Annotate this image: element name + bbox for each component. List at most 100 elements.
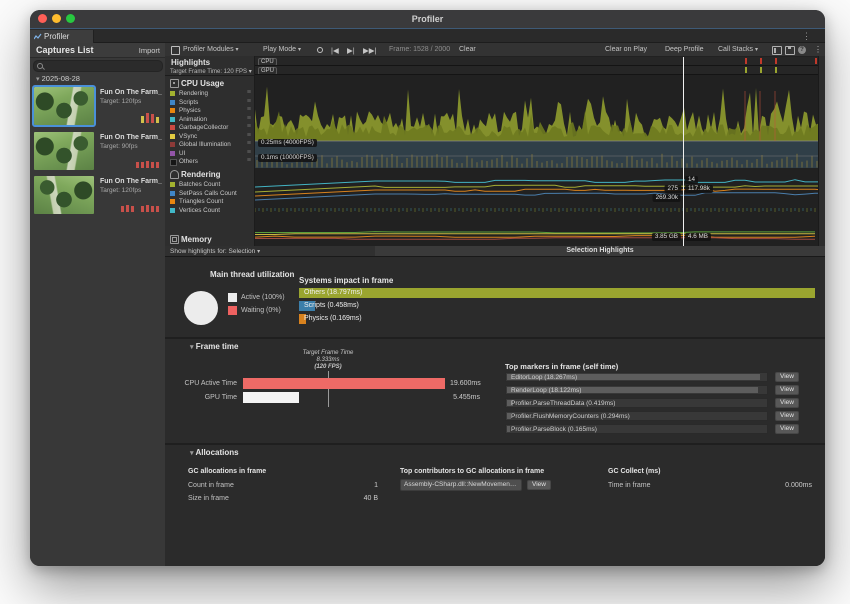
series-color-swatch (170, 208, 175, 213)
profiler-tab-icon (34, 33, 42, 40)
view-button[interactable]: View (775, 385, 799, 395)
gc-collect-title: GC Collect (ms) (608, 468, 661, 475)
profiler-modules-dropdown[interactable]: Profiler Modules ▾ (183, 46, 239, 53)
drag-handle-icon[interactable]: ≡ (247, 132, 251, 139)
frame-time-section-title[interactable]: ▾ Frame time (190, 342, 238, 351)
legend-item-garbagecollector[interactable]: GarbageCollector≡ (169, 124, 253, 132)
systems-impact-title: Systems impact in frame (299, 276, 393, 285)
cpu-usage-module-icon (170, 79, 179, 88)
highlights-module-title: Highlights (171, 58, 210, 67)
legend-item-setpass-calls-count[interactable]: SetPass Calls Count (169, 190, 253, 198)
drag-handle-icon[interactable]: ≡ (247, 89, 251, 96)
systems-bar-physics: Physics (0.169ms) (299, 314, 306, 324)
marker-row-parsethreaddata: Profiler.ParseThreadData (0.419ms) View (505, 398, 795, 408)
show-highlights-dropdown[interactable]: Show highlights for: Selection ▾ (165, 246, 375, 257)
legend-item-vertices-count[interactable]: Vertices Count (169, 207, 253, 215)
gpu-time-value: 5.455ms (450, 394, 480, 401)
chart-scrollbar[interactable] (818, 56, 825, 246)
previous-frame-button[interactable]: |◀ (331, 46, 339, 55)
series-color-swatch (170, 159, 177, 166)
view-button[interactable]: View (527, 480, 551, 490)
legend-item-animation[interactable]: Animation≡ (169, 116, 253, 124)
main-thread-utilization-title: Main thread utilization (210, 270, 294, 279)
size-in-frame-label: Size in frame (188, 495, 229, 502)
search-icon (37, 63, 43, 69)
drag-handle-icon[interactable]: ≡ (247, 149, 251, 156)
target-frame-time-dropdown[interactable]: Target Frame Time: 120 FPS ▾ (170, 68, 252, 75)
window-title: Profiler (30, 10, 825, 28)
collapse-icon: ▾ (190, 450, 194, 457)
rendering-chart[interactable] (255, 168, 825, 230)
cpu-usage-chart[interactable] (255, 75, 825, 168)
frame-all-icon[interactable] (772, 46, 782, 55)
capture-minichart (121, 205, 159, 212)
view-button[interactable]: View (775, 372, 799, 382)
gpu-time-label: GPU Time (165, 394, 237, 401)
chart-area[interactable]: CPU GPU 0.25ms (4000FPS) 0.1ms (10000FPS… (255, 56, 825, 246)
cpu-row-label: CPU (258, 58, 277, 66)
legend-item-others[interactable]: Others≡ (169, 158, 253, 166)
call-stacks-dropdown[interactable]: Call Stacks ▾ (718, 46, 758, 53)
marker-setpass-value: 14 (685, 176, 698, 184)
save-icon[interactable] (785, 46, 795, 55)
tab-bar-menu-icon[interactable]: ⋮ (802, 30, 811, 42)
drag-handle-icon[interactable]: ≡ (247, 98, 251, 105)
marker-row-editorloop: EditorLoop (18.267ms) View (505, 372, 795, 382)
view-button[interactable]: View (775, 411, 799, 421)
group-collapse-icon: ▾ (36, 76, 40, 83)
view-button[interactable]: View (775, 424, 799, 434)
legend-item-triangles-count[interactable]: Triangles Count (169, 198, 253, 206)
gc-contributor-entry[interactable]: Assembly-CSharp.dll::NewMovement.Update(… (400, 479, 522, 491)
capture-item-2[interactable]: Fun On The Farm_2... Target: 90fps (32, 130, 163, 173)
capture-name: Fun On The Farm_2... (100, 134, 162, 141)
capture-thumbnail (34, 132, 94, 170)
chevron-down-icon: ▾ (298, 47, 301, 53)
title-bar[interactable]: Profiler (30, 10, 825, 29)
play-mode-dropdown[interactable]: Play Mode ▾ (263, 46, 301, 53)
legend-item-rendering[interactable]: Rendering≡ (169, 90, 253, 98)
next-frame-button[interactable]: ▶| (347, 46, 355, 55)
highlights-cpu-row[interactable]: CPU (255, 57, 825, 66)
drag-handle-icon[interactable]: ≡ (247, 115, 251, 122)
current-frame-button[interactable]: ▶▶| (363, 46, 376, 55)
clear-on-play-button[interactable]: Clear on Play (605, 46, 647, 53)
highlights-gpu-row[interactable]: GPU (255, 66, 825, 75)
modules-panel-icon (171, 46, 180, 55)
help-icon[interactable]: ? (798, 46, 806, 54)
memory-chart[interactable] (255, 230, 825, 246)
record-button-icon[interactable] (317, 47, 323, 53)
tab-profiler[interactable]: Profiler (30, 30, 94, 43)
drag-handle-icon[interactable]: ≡ (247, 123, 251, 130)
drag-handle-icon[interactable]: ≡ (247, 157, 251, 164)
profiler-toolbar: Profiler Modules ▾ Play Mode ▾ |◀ ▶| ▶▶|… (165, 43, 825, 57)
import-button[interactable]: Import (139, 46, 160, 55)
drag-handle-icon[interactable]: ≡ (247, 140, 251, 147)
legend-item-ui[interactable]: UI≡ (169, 150, 253, 158)
capture-thumbnail (34, 87, 94, 125)
legend-item-vsync[interactable]: VSync≡ (169, 133, 253, 141)
captures-search-input[interactable] (33, 60, 163, 72)
legend-item-batches-count[interactable]: Batches Count (169, 181, 253, 189)
collapse-icon: ▾ (190, 344, 194, 351)
view-button[interactable]: View (775, 398, 799, 408)
legend-item-scripts[interactable]: Scripts≡ (169, 99, 253, 107)
selected-frame-playhead[interactable] (683, 57, 684, 246)
capture-item-3[interactable]: Fun On The Farm_2... Target: 120fps (32, 174, 163, 217)
clear-button[interactable]: Clear (459, 46, 476, 53)
series-color-swatch (170, 134, 175, 139)
legend-item-global-illumination[interactable]: Global Illumination≡ (169, 141, 253, 149)
cpu-active-time-label: CPU Active Time (165, 380, 237, 387)
allocations-section-title[interactable]: ▾ Allocations (190, 448, 239, 457)
series-color-swatch (170, 199, 175, 204)
capture-target-fps: Target: 90fps (100, 143, 138, 150)
drag-handle-icon[interactable]: ≡ (247, 106, 251, 113)
deep-profile-button[interactable]: Deep Profile (665, 46, 704, 53)
legend-item-physics[interactable]: Physics≡ (169, 107, 253, 115)
profiler-window: Profiler Profiler ⋮ Captures List Import… (30, 10, 825, 566)
marker-row-flushmemorycounters: Profiler.FlushMemoryCounters (0.294ms) V… (505, 411, 795, 421)
systems-bar-scripts: Scripts (0.458ms) (299, 301, 315, 311)
kebab-menu-icon[interactable]: ⋮ (814, 45, 822, 54)
capture-item-1[interactable]: Fun On The Farm_2... Target: 120fps (32, 85, 163, 128)
capture-group-row[interactable]: ▾ 2025-08-28 (36, 74, 80, 83)
cpu-active-time-bar (243, 378, 445, 389)
